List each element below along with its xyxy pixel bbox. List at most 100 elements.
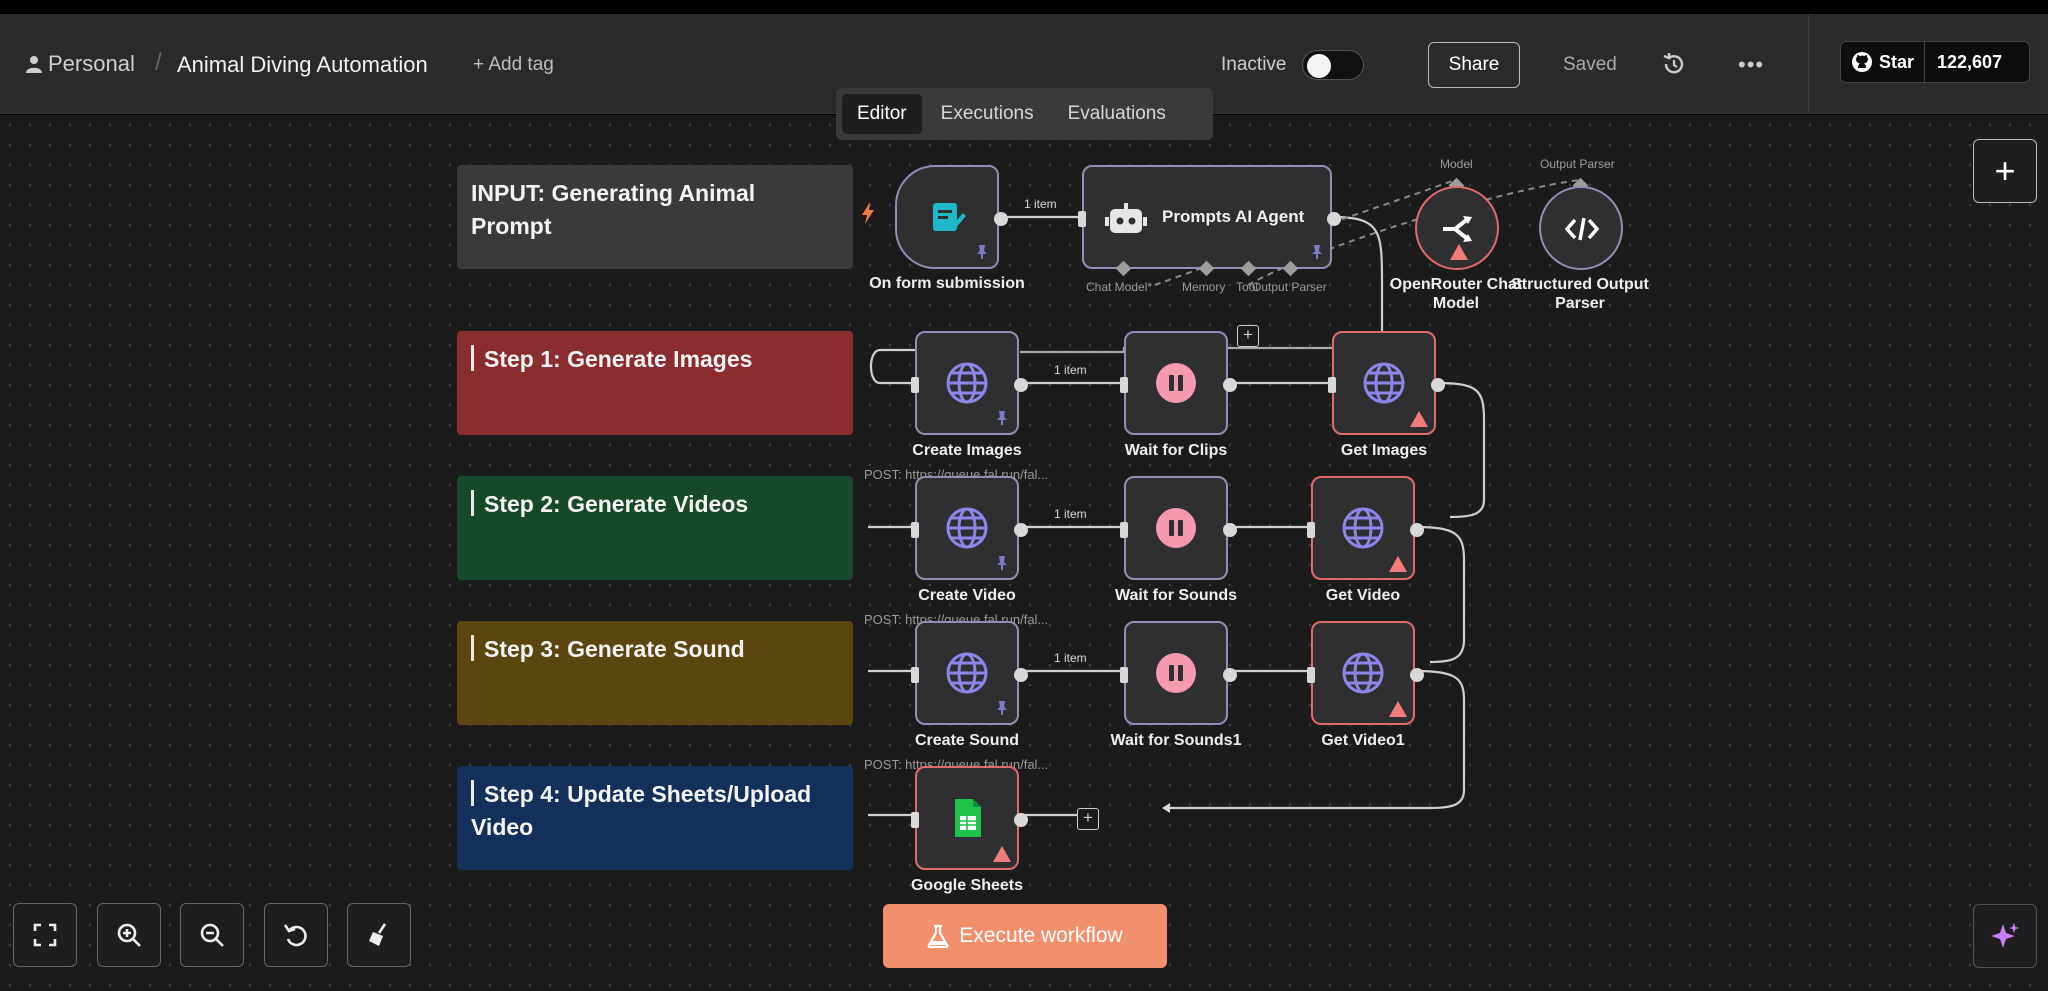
node-create-images-label: Create Images [912, 442, 1022, 459]
sticky-step2[interactable]: Step 2: Generate Videos [457, 476, 853, 580]
view-tabs: Editor Executions Evaluations [836, 88, 1213, 140]
sticky-input[interactable]: INPUT: Generating Animal Prompt [457, 165, 853, 269]
agent-title: Prompts AI Agent [1162, 207, 1305, 226]
node-wait-sounds[interactable] [1120, 476, 1237, 580]
node-wait-clips[interactable] [1120, 331, 1237, 435]
port-chat-model-label: Chat Model* [1086, 280, 1153, 294]
sticky-step3-text: Step 3: Generate Sound [484, 636, 745, 662]
output-port[interactable] [1014, 813, 1028, 827]
globe-icon [1342, 507, 1384, 549]
output-port[interactable] [1223, 668, 1237, 682]
input-port[interactable] [1328, 377, 1336, 393]
warning-icon [993, 846, 1011, 862]
input-port[interactable] [1078, 211, 1086, 227]
active-toggle[interactable] [1302, 50, 1364, 80]
input-port[interactable] [911, 812, 919, 828]
sticky-step3[interactable]: Step 3: Generate Sound [457, 621, 853, 725]
node-form-submission[interactable] [895, 165, 1008, 269]
output-port[interactable] [994, 212, 1008, 226]
globe-icon [1363, 362, 1405, 404]
node-create-sound[interactable] [911, 621, 1028, 725]
node-get-images[interactable] [1328, 331, 1445, 435]
sparkle-icon [1991, 923, 2019, 948]
node-get-video[interactable] [1307, 476, 1424, 580]
openrouter-icon [1443, 216, 1472, 242]
output-port[interactable] [1223, 378, 1237, 392]
output-port[interactable] [1327, 212, 1341, 226]
output-port[interactable] [1410, 523, 1424, 537]
node-form-label: On form submission [869, 275, 1025, 292]
share-button[interactable]: Share [1428, 42, 1520, 88]
pin-icon [977, 245, 987, 259]
node-create-sound-label: Create Sound [914, 732, 1020, 749]
globe-icon [946, 652, 988, 694]
ai-assistant-button[interactable] [1973, 904, 2037, 968]
github-star-widget[interactable]: Star 122,607 [1840, 41, 2030, 83]
add-tag-button[interactable]: + Add tag [473, 54, 554, 76]
output-port[interactable] [1410, 668, 1424, 682]
history-icon[interactable] [1660, 50, 1688, 78]
node-openrouter[interactable] [1415, 186, 1499, 270]
input-port[interactable] [1307, 522, 1315, 538]
port-output-parser-label: Output Parser [1252, 280, 1327, 294]
sticky-step1[interactable]: Step 1: Generate Images [457, 331, 853, 435]
output-port[interactable] [1014, 378, 1028, 392]
pause-icon [1156, 363, 1196, 403]
fit-view-icon [33, 923, 57, 947]
fit-view-button[interactable] [13, 903, 77, 967]
github-star-button[interactable]: Star [1841, 42, 1926, 82]
node-prompts-agent[interactable]: Prompts AI Agent [1078, 165, 1341, 269]
workflow-title[interactable]: Animal Diving Automation [177, 52, 428, 78]
zoom-out-button[interactable] [180, 903, 244, 967]
window-top-strip [0, 0, 2048, 14]
sticky-step1-text: Step 1: Generate Images [484, 346, 753, 372]
node-get-video1[interactable] [1307, 621, 1424, 725]
pin-icon [997, 556, 1007, 570]
node-get-video1-label: Get Video1 [1321, 732, 1405, 749]
node-create-video[interactable] [911, 476, 1028, 580]
add-node-after-sheets-button[interactable]: + [1077, 808, 1099, 830]
node-get-images-label: Get Images [1340, 442, 1428, 459]
zoom-in-button[interactable] [97, 903, 161, 967]
output-port[interactable] [1014, 668, 1028, 682]
tab-executions[interactable]: Executions [926, 94, 1049, 134]
node-google-sheets-label: Google Sheets [910, 877, 1024, 894]
user-icon [26, 56, 42, 73]
output-port[interactable] [1431, 378, 1445, 392]
input-port[interactable] [1120, 522, 1128, 538]
node-create-images[interactable] [911, 331, 1028, 435]
input-port[interactable] [911, 667, 919, 683]
tidy-up-button[interactable] [347, 903, 411, 967]
pause-icon [1156, 653, 1196, 693]
breadcrumb-project[interactable]: Personal [26, 51, 135, 77]
add-tool-button[interactable]: + [1237, 325, 1259, 347]
input-port[interactable] [1307, 667, 1315, 683]
header-divider [1808, 14, 1809, 114]
flask-icon [927, 924, 949, 948]
execute-workflow-button[interactable]: Execute workflow [883, 904, 1167, 968]
input-port[interactable] [911, 522, 919, 538]
node-output-parser[interactable] [1539, 186, 1623, 270]
reset-zoom-button[interactable] [264, 903, 328, 967]
node-output-parser-label: Structured Output Parser [1511, 276, 1649, 313]
input-port[interactable] [1120, 377, 1128, 393]
warning-icon [1389, 701, 1407, 717]
workflow-canvas[interactable] [0, 115, 2048, 991]
output-port[interactable] [1014, 523, 1028, 537]
tab-evaluations[interactable]: Evaluations [1053, 94, 1181, 134]
add-node-button[interactable]: + [1973, 139, 2037, 203]
globe-icon [946, 362, 988, 404]
sticky-bar [471, 345, 474, 371]
more-options-icon[interactable]: ••• [1738, 52, 1764, 78]
tab-editor[interactable]: Editor [842, 94, 922, 134]
warning-icon [1450, 244, 1468, 260]
sticky-bar [471, 635, 474, 661]
output-port[interactable] [1223, 523, 1237, 537]
node-google-sheets[interactable] [911, 766, 1028, 870]
sticky-step4[interactable]: Step 4: Update Sheets/Upload Video [457, 766, 853, 870]
input-port[interactable] [911, 377, 919, 393]
node-wait-sounds1[interactable] [1120, 621, 1237, 725]
node-wait-clips-label: Wait for Clips [1124, 442, 1228, 459]
zoom-out-icon [200, 923, 224, 947]
input-port[interactable] [1120, 667, 1128, 683]
